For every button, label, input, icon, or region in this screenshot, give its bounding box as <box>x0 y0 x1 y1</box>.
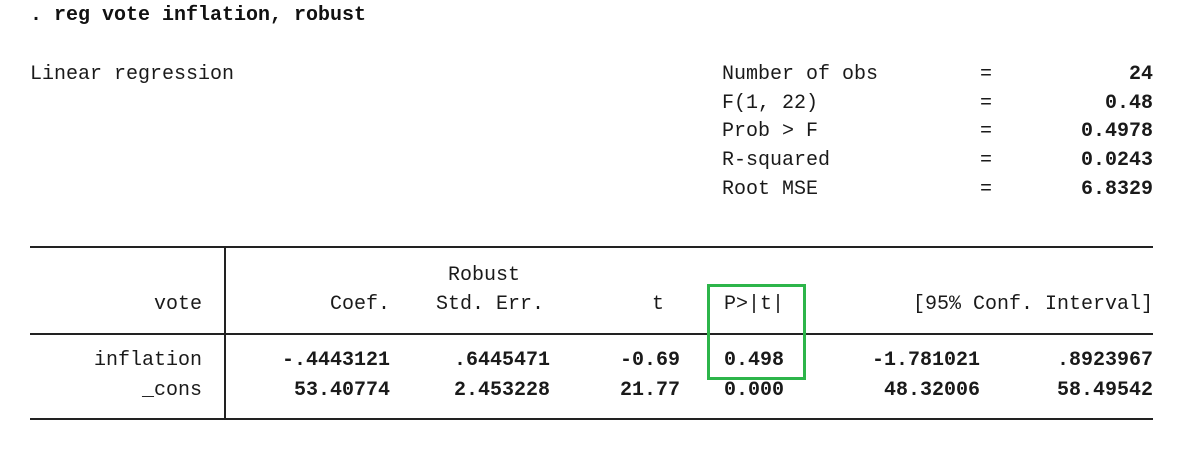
cell-ci-low: 48.32006 <box>883 379 980 402</box>
stat-value: 0.48 <box>1104 92 1153 115</box>
cell-t: 21.77 <box>619 379 680 402</box>
row-name: inflation <box>93 349 202 372</box>
cell-pvalue: 0.000 <box>724 379 785 402</box>
header-conf-interval: [95% Conf. Interval] <box>912 293 1153 316</box>
stat-equals: = <box>980 178 993 201</box>
cell-ci-high: .8923967 <box>1056 349 1153 372</box>
row-name: _cons <box>141 379 202 402</box>
stat-equals: = <box>980 92 993 115</box>
table-stub-divider <box>224 246 226 420</box>
cell-coef: 53.40774 <box>293 379 390 402</box>
cell-t: -0.69 <box>619 349 680 372</box>
stat-value: 24 <box>1128 63 1153 86</box>
stat-label: Number of obs <box>722 63 879 86</box>
header-depvar: vote <box>153 293 202 316</box>
regression-title: Linear regression <box>30 63 235 86</box>
cell-stderr: 2.453228 <box>453 379 550 402</box>
table-header-rule <box>30 333 1153 335</box>
header-stderr: Std. Err. <box>436 293 545 316</box>
stat-label: Root MSE <box>722 178 819 201</box>
stat-equals: = <box>980 63 993 86</box>
stat-value: 0.4978 <box>1080 120 1153 143</box>
cell-coef: -.4443121 <box>281 349 390 372</box>
cell-ci-low: -1.781021 <box>871 349 980 372</box>
command-line: . reg vote inflation, robust <box>30 4 367 27</box>
header-robust: Robust <box>448 264 521 287</box>
stat-equals: = <box>980 149 993 172</box>
stat-label: Prob > F <box>722 120 819 143</box>
cell-ci-high: 58.49542 <box>1056 379 1153 402</box>
pvalue-highlight-box <box>707 284 806 380</box>
stat-value: 0.0243 <box>1080 149 1153 172</box>
header-t: t <box>651 293 664 316</box>
stat-equals: = <box>980 120 993 143</box>
stat-label: R-squared <box>722 149 831 172</box>
stat-label: F(1, 22) <box>722 92 819 115</box>
cell-stderr: .6445471 <box>453 349 550 372</box>
stat-value: 6.8329 <box>1080 178 1153 201</box>
header-coef: Coef. <box>329 293 390 316</box>
table-bottom-rule <box>30 418 1153 420</box>
table-top-rule <box>30 246 1153 248</box>
